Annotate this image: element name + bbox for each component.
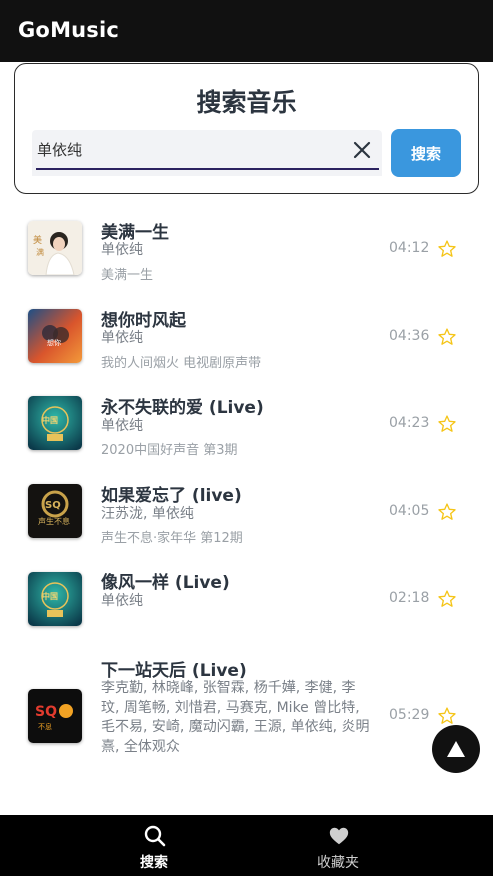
svg-text:中国: 中国 [42,415,58,425]
bottom-navigation: 搜索 收藏夹 [0,815,493,876]
search-card: 搜索音乐 搜索 [14,63,479,194]
song-title: 像风一样 (Live) [101,573,230,593]
svg-text:中国: 中国 [42,591,58,601]
app-title: GoMusic [18,18,120,42]
star-icon[interactable] [437,706,457,726]
svg-text:想你: 想你 [47,338,61,347]
svg-text:美: 美 [33,234,42,246]
star-icon[interactable] [437,502,457,522]
star-icon[interactable] [437,327,457,347]
nav-label-favorites: 收藏夹 [317,855,359,871]
album-cover: 中国 [28,396,82,450]
song-duration: 04:05 [389,503,430,519]
song-album: 声生不息·家年华 第12期 [101,531,243,546]
app-bar: GoMusic [0,0,493,62]
search-icon [144,825,166,847]
arrow-up-icon [447,741,465,757]
song-artist: 李克勤, 林晓峰, 张智霖, 杨千嬅, 李健, 李玟, 周笔畅, 刘惜君, 马赛… [101,680,370,755]
scroll-to-top-button[interactable] [432,725,480,773]
heart-icon [329,827,349,845]
star-icon[interactable] [437,589,457,609]
album-cover: SQ 声生不息 [28,484,82,538]
search-heading: 搜索音乐 [196,88,297,117]
search-field[interactable] [32,130,382,176]
song-title: 下一站天后 (Live) [101,661,247,681]
song-duration: 04:36 [389,328,430,344]
nav-item-favorites[interactable]: 收藏夹 [278,815,398,876]
svg-text:SQ: SQ [45,500,61,511]
search-input[interactable] [37,130,347,168]
album-cover: 想你 [28,309,82,363]
album-cover: 中国 [28,572,82,626]
svg-text:满: 满 [36,247,44,257]
album-cover: SQ 不息 [28,689,82,743]
svg-text:声生不息: 声生不息 [38,516,70,526]
song-duration: 02:18 [389,590,430,606]
svg-text:不息: 不息 [38,722,52,731]
song-artist: 单依纯 [101,330,143,346]
song-duration: 04:23 [389,415,430,431]
song-duration: 05:29 [389,707,430,723]
song-title: 如果爱忘了 (live) [101,486,242,506]
song-artist: 单依纯 [101,242,143,258]
song-album: 美满一生 [101,268,154,283]
song-artist: 单依纯 [101,593,143,609]
star-icon[interactable] [437,414,457,434]
nav-item-search[interactable]: 搜索 [94,815,214,876]
clear-icon[interactable] [353,141,371,159]
song-title: 想你时风起 [101,311,186,331]
album-cover: 美 满 [28,221,82,275]
song-artist: 汪苏泷, 单依纯 [101,506,194,522]
song-album: 2020中国好声音 第3期 [101,443,238,458]
star-icon[interactable] [437,239,457,259]
search-input-underline [36,168,379,170]
nav-label-search: 搜索 [140,855,168,871]
song-artist: 单依纯 [101,418,143,434]
svg-text:SQ: SQ [35,704,57,720]
song-title: 美满一生 [101,223,169,243]
song-album: 我的人间烟火 电视剧原声带 [101,356,262,371]
song-title: 永不失联的爱 (Live) [101,398,264,418]
song-duration: 04:12 [389,240,430,256]
search-button[interactable]: 搜索 [391,129,461,177]
